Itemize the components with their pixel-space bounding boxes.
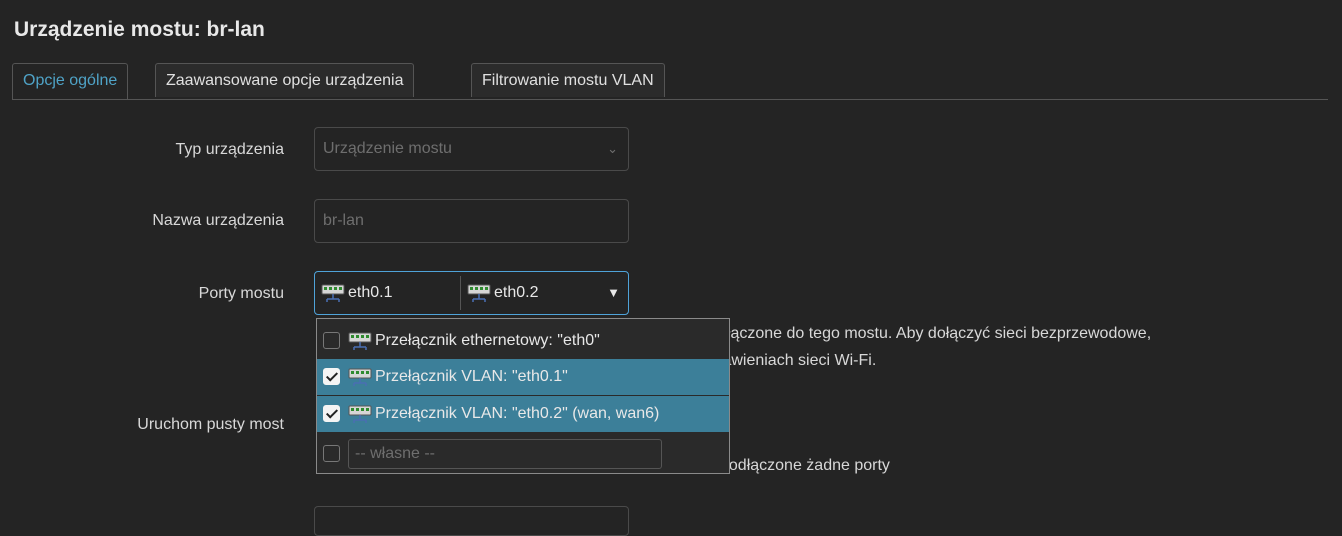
- custom-port-input[interactable]: -- własne --: [348, 439, 662, 469]
- dropdown-option-eth0-1[interactable]: Przełącznik VLAN: "eth0.1": [317, 359, 729, 395]
- tab-advanced-device-options[interactable]: Zaawansowane opcje urządzenia: [155, 63, 415, 97]
- option-checkbox[interactable]: [323, 332, 340, 349]
- next-field[interactable]: [314, 506, 629, 536]
- option-label: Przełącznik VLAN: "eth0.1": [375, 368, 568, 385]
- device-type-select[interactable]: Urządzenie mostu ⌄: [314, 127, 629, 171]
- selected-port-chip: eth0.2: [467, 272, 538, 314]
- selected-port-label: eth0.1: [348, 284, 393, 301]
- empty-bridge-label: Uruchom pusty most: [137, 416, 284, 433]
- dropdown-option-eth0[interactable]: Przełącznik ethernetowy: "eth0": [317, 323, 729, 359]
- chip-divider: [460, 276, 461, 310]
- option-checkbox[interactable]: [323, 405, 340, 422]
- caret-down-icon[interactable]: ▼: [607, 272, 620, 314]
- device-name-label: Nazwa urządzenia: [152, 212, 284, 229]
- device-name-input[interactable]: br-lan: [314, 199, 629, 243]
- selected-port-chip: eth0.1: [321, 272, 392, 314]
- option-checkbox[interactable]: [323, 368, 340, 385]
- tab-bridge-vlan-filtering[interactable]: Filtrowanie mostu VLAN: [471, 63, 665, 97]
- network-switch-icon: [321, 284, 345, 302]
- bridge-ports-dropdown: Przełącznik ethernetowy: "eth0" Przełącz…: [316, 318, 730, 474]
- selected-port-label: eth0.2: [494, 284, 539, 301]
- bridge-ports-label: Porty mostu: [198, 285, 284, 302]
- dropdown-option-custom[interactable]: -- własne --: [317, 436, 729, 472]
- network-switch-icon: [348, 405, 372, 423]
- dropdown-option-eth0-2[interactable]: Przełącznik VLAN: "eth0.2" (wan, wan6): [317, 396, 729, 432]
- tab-bar: Opcje ogólne Zaawansowane opcje urządzen…: [12, 63, 1328, 100]
- tab-general-options[interactable]: Opcje ogólne: [12, 63, 129, 99]
- bridge-ports-help-line1: ołączone do tego mostu. Aby dołączyć sie…: [718, 325, 1152, 342]
- empty-bridge-help: podłączone żadne porty: [720, 457, 890, 474]
- page-title: Urządzenie mostu: br-lan: [14, 18, 265, 41]
- bridge-ports-multiselect[interactable]: eth0.1 eth0.2 ▼: [314, 271, 629, 315]
- bridge-ports-help-line2: tawieniach sieci Wi-Fi.: [718, 352, 877, 369]
- chevron-down-icon: ⌄: [607, 141, 618, 156]
- device-type-value: Urządzenie mostu: [323, 140, 452, 157]
- network-switch-icon: [348, 332, 372, 350]
- option-label: Przełącznik ethernetowy: "eth0": [375, 332, 600, 349]
- network-switch-icon: [348, 368, 372, 386]
- device-type-label: Typ urządzenia: [175, 141, 284, 158]
- option-label: Przełącznik VLAN: "eth0.2" (wan, wan6): [375, 405, 660, 422]
- option-checkbox[interactable]: [323, 445, 340, 462]
- network-switch-icon: [467, 284, 491, 302]
